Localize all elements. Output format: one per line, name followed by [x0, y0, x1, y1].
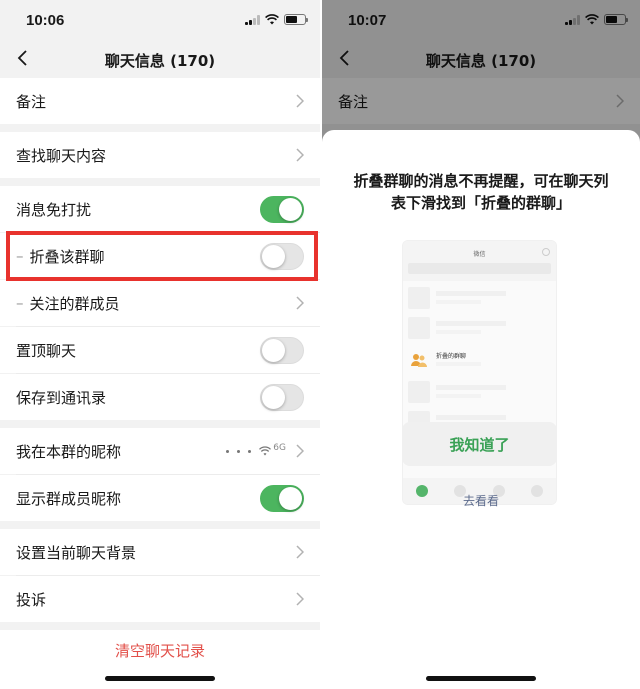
home-indicator [105, 676, 215, 681]
chevron-right-icon [296, 592, 304, 606]
show-nicknames-row: 显示群成员昵称 [0, 475, 320, 521]
nav-bar: 聊天信息 (170) [0, 40, 320, 78]
chevron-right-icon [296, 545, 304, 559]
folded-group-icon [411, 354, 427, 367]
status-bar: 10:06 [0, 0, 320, 40]
nickname-value: 6G [226, 443, 286, 456]
chevron-right-icon [296, 94, 304, 108]
signal-icon [245, 14, 260, 25]
battery-icon [284, 14, 308, 25]
save-contacts-row: 保存到通讯录 [0, 374, 320, 420]
add-icon [542, 248, 550, 256]
pin-label: 置顶聊天 [16, 341, 77, 360]
chat-background-label: 设置当前聊天背景 [16, 543, 137, 562]
complain-row[interactable]: 投诉 [0, 576, 320, 622]
got-it-button[interactable]: 我知道了 [402, 422, 557, 466]
chevron-right-icon [296, 148, 304, 162]
wifi-icon [265, 14, 279, 25]
my-nickname-row[interactable]: 我在本群的昵称 6G [0, 428, 320, 474]
fold-tip-sheet: 折叠群聊的消息不再提醒，可在聊天列表下滑找到「折叠的群聊」 微信 折叠的群聊 我… [322, 130, 640, 689]
fold-group-toggle[interactable] [260, 242, 304, 270]
list-item [408, 287, 551, 309]
search-history-row[interactable]: 查找聊天内容 [0, 132, 320, 178]
wifi-icon [259, 446, 272, 456]
chevron-right-icon [296, 296, 304, 310]
clear-history-button[interactable]: 清空聊天记录 [0, 640, 320, 661]
folded-group-item: 折叠的群聊 [408, 349, 551, 371]
mute-toggle[interactable] [260, 195, 304, 223]
mute-row: 消息免打扰 [0, 186, 320, 232]
pin-row: 置顶聊天 [0, 327, 320, 373]
save-contacts-label: 保存到通讯录 [16, 388, 107, 407]
chat-background-row[interactable]: 设置当前聊天背景 [0, 529, 320, 575]
mute-label: 消息免打扰 [16, 200, 92, 219]
chat-info-screen: 10:06 聊天信息 (170) 备注 查找聊天内容 消息免打扰 – 折叠该群聊… [0, 0, 320, 689]
preview-search-bar [408, 263, 551, 274]
network-label: 6G [273, 443, 286, 453]
search-history-label: 查找聊天内容 [16, 146, 107, 165]
my-nickname-label: 我在本群的昵称 [16, 442, 122, 461]
sheet-message: 折叠群聊的消息不再提醒，可在聊天列表下滑找到「折叠的群聊」 [353, 172, 609, 212]
list-item [408, 381, 551, 403]
preview-title: 微信 [473, 251, 486, 258]
remark-label: 备注 [16, 92, 47, 111]
fold-tip-screen: 10:07 聊天信息 (170) 备注 折叠群聊的消息不再提醒，可在聊天列表下滑… [322, 0, 640, 689]
complain-label: 投诉 [16, 590, 47, 609]
home-indicator [426, 676, 536, 681]
show-nicknames-toggle[interactable] [260, 484, 304, 512]
go-see-link[interactable]: 去看看 [322, 492, 640, 509]
status-time: 10:06 [26, 12, 65, 29]
pin-toggle[interactable] [260, 336, 304, 364]
watched-members-label: 关注的群成员 [29, 294, 120, 313]
watched-members-row[interactable]: – 关注的群成员 [0, 280, 320, 326]
list-item [408, 317, 551, 339]
remark-row[interactable]: 备注 [0, 78, 320, 124]
save-contacts-toggle[interactable] [260, 383, 304, 411]
fold-group-label: 折叠该群聊 [29, 247, 105, 266]
fold-group-row: – 折叠该群聊 [0, 233, 320, 279]
folded-group-label: 折叠的群聊 [436, 353, 467, 360]
page-title: 聊天信息 (170) [104, 52, 216, 70]
chevron-right-icon [296, 444, 304, 458]
show-nicknames-label: 显示群成员昵称 [16, 489, 122, 508]
